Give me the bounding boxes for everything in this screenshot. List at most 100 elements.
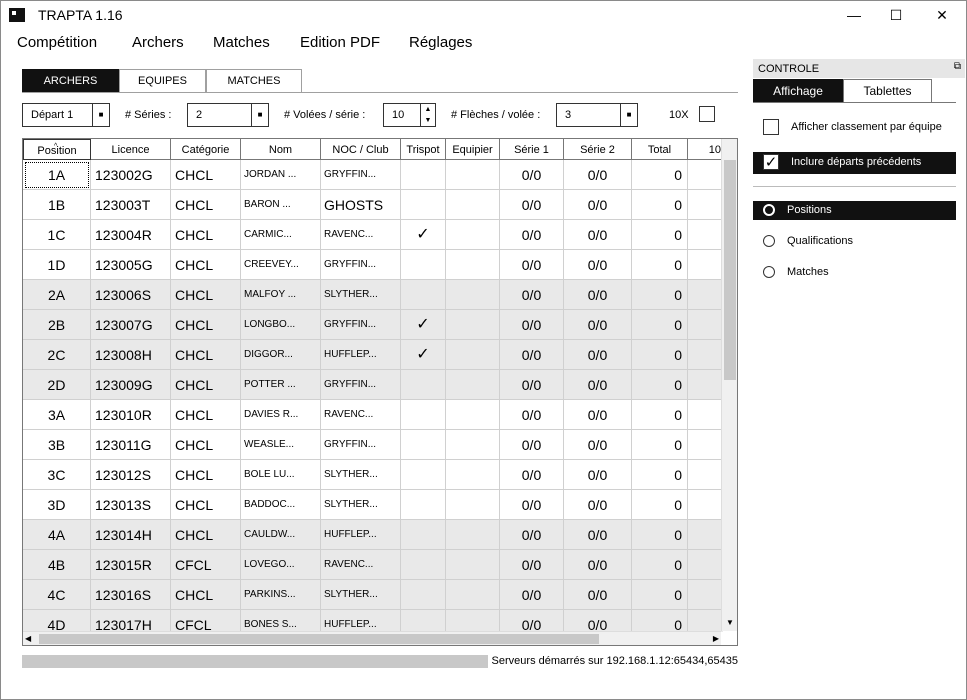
cell-serie1[interactable]: 0/0 xyxy=(500,490,564,520)
cell-10[interactable] xyxy=(688,190,723,220)
cell-licence[interactable]: 123016S xyxy=(91,580,171,610)
cell-total[interactable]: 0 xyxy=(632,280,688,310)
cell-serie1[interactable]: 0/0 xyxy=(500,280,564,310)
cell-club[interactable]: GRYFFIN... xyxy=(321,370,401,400)
cell-trispot[interactable] xyxy=(401,370,446,400)
cell-nom[interactable]: CARMIC... xyxy=(241,220,321,250)
cell-serie2[interactable]: 0/0 xyxy=(564,280,632,310)
tab-archers[interactable]: ARCHERS xyxy=(22,69,119,92)
cell-licence[interactable]: 123013S xyxy=(91,490,171,520)
col-licence[interactable]: Licence xyxy=(91,139,171,160)
vertical-scroll-thumb[interactable] xyxy=(724,160,736,380)
cell-total[interactable]: 0 xyxy=(632,490,688,520)
cell-licence[interactable]: 123004R xyxy=(91,220,171,250)
cell-categorie[interactable]: CHCL xyxy=(171,370,241,400)
cell-categorie[interactable]: CHCL xyxy=(171,220,241,250)
classement-equipe-checkbox[interactable] xyxy=(763,119,779,135)
archers-table[interactable]: ^ Position Licence Catégorie Nom NOC / Cl… xyxy=(22,138,738,646)
cell-serie1[interactable]: 0/0 xyxy=(500,190,564,220)
cell-position[interactable]: 1C xyxy=(23,220,91,250)
cell-serie1[interactable]: 0/0 xyxy=(500,370,564,400)
cell-nom[interactable]: PARKINS... xyxy=(241,580,321,610)
cell-club[interactable]: GRYFFIN... xyxy=(321,250,401,280)
cell-position[interactable]: 1D xyxy=(23,250,91,280)
spin-buttons[interactable]: ▲ ▼ xyxy=(420,104,435,126)
table-row[interactable]: 3A 123010R CHCL DAVIES R... RAVENC... 0/0 0/0 0 xyxy=(23,400,723,430)
cell-nom[interactable]: JORDAN ... xyxy=(241,160,321,190)
cell-serie1[interactable]: 0/0 xyxy=(500,160,564,190)
cell-trispot[interactable] xyxy=(401,430,446,460)
cell-total[interactable]: 0 xyxy=(632,520,688,550)
cell-serie2[interactable]: 0/0 xyxy=(564,370,632,400)
cell-licence[interactable]: 123003T xyxy=(91,190,171,220)
cell-categorie[interactable]: CHCL xyxy=(171,250,241,280)
close-button[interactable]: ✕ xyxy=(919,0,965,31)
cell-serie2[interactable]: 0/0 xyxy=(564,220,632,250)
cell-10[interactable] xyxy=(688,370,723,400)
cell-nom[interactable]: CAULDW... xyxy=(241,520,321,550)
cell-nom[interactable]: DAVIES R... xyxy=(241,400,321,430)
cell-position[interactable]: 2B xyxy=(23,310,91,340)
cell-club[interactable]: RAVENC... xyxy=(321,220,401,250)
cell-serie2[interactable]: 0/0 xyxy=(564,550,632,580)
cell-licence[interactable]: 123005G xyxy=(91,250,171,280)
cell-trispot[interactable] xyxy=(401,610,446,632)
option-departs-precedents[interactable]: ✓ Inclure départs précédents xyxy=(753,152,956,174)
cell-nom[interactable]: MALFOY ... xyxy=(241,280,321,310)
cell-10[interactable] xyxy=(688,250,723,280)
cell-categorie[interactable]: CHCL xyxy=(171,310,241,340)
col-serie1[interactable]: Série 1 xyxy=(500,139,564,160)
cell-serie1[interactable]: 0/0 xyxy=(500,310,564,340)
cell-trispot[interactable] xyxy=(401,490,446,520)
cell-club[interactable]: GRYFFIN... xyxy=(321,430,401,460)
cell-serie1[interactable]: 0/0 xyxy=(500,250,564,280)
cell-equipier[interactable] xyxy=(446,250,500,280)
cell-total[interactable]: 0 xyxy=(632,370,688,400)
table-row[interactable]: 3C 123012S CHCL BOLE LU... SLYTHER... 0/0 0/0 0 xyxy=(23,460,723,490)
col-total[interactable]: Total xyxy=(632,139,688,160)
cell-categorie[interactable]: CHCL xyxy=(171,280,241,310)
cell-10[interactable] xyxy=(688,550,723,580)
table-row[interactable]: 1D 123005G CHCL CREEVEY... GRYFFIN... 0/0 0/0 0 xyxy=(23,250,723,280)
cell-10[interactable] xyxy=(688,460,723,490)
cell-position[interactable]: 1B xyxy=(23,190,91,220)
tab-equipes[interactable]: EQUIPES xyxy=(119,69,206,92)
cell-club[interactable]: SLYTHER... xyxy=(321,460,401,490)
cell-serie2[interactable]: 0/0 xyxy=(564,460,632,490)
table-row[interactable]: 1B 123003T CHCL BARON ... GHOSTS 0/0 0/0 0 xyxy=(23,190,723,220)
cell-trispot[interactable] xyxy=(401,580,446,610)
cell-licence[interactable]: 123009G xyxy=(91,370,171,400)
cell-10[interactable] xyxy=(688,160,723,190)
menu-reglages[interactable]: Réglages xyxy=(409,34,472,51)
cell-trispot[interactable] xyxy=(401,160,446,190)
minimize-button[interactable]: — xyxy=(831,0,877,31)
cell-nom[interactable]: BARON ... xyxy=(241,190,321,220)
cell-club[interactable]: GHOSTS xyxy=(321,190,401,220)
menu-edition-pdf[interactable]: Edition PDF xyxy=(300,34,380,51)
cell-equipier[interactable] xyxy=(446,490,500,520)
cell-10[interactable] xyxy=(688,340,723,370)
cell-club[interactable]: HUFFLEP... xyxy=(321,340,401,370)
tab-matches[interactable]: MATCHES xyxy=(206,69,302,92)
fleches-select[interactable]: 3 ■ xyxy=(556,103,638,127)
cell-serie2[interactable]: 0/0 xyxy=(564,310,632,340)
cell-10[interactable] xyxy=(688,220,723,250)
cell-nom[interactable]: BOLE LU... xyxy=(241,460,321,490)
cell-10[interactable] xyxy=(688,280,723,310)
scroll-right-icon[interactable]: ▶ xyxy=(713,632,719,645)
cell-serie2[interactable]: 0/0 xyxy=(564,430,632,460)
cell-equipier[interactable] xyxy=(446,520,500,550)
table-row[interactable]: 2A 123006S CHCL MALFOY ... SLYTHER... 0/0 0/0 0 xyxy=(23,280,723,310)
cell-club[interactable]: SLYTHER... xyxy=(321,280,401,310)
cell-categorie[interactable]: CHCL xyxy=(171,490,241,520)
cell-nom[interactable]: BONES S... xyxy=(241,610,321,632)
dropdown-arrow-icon[interactable]: ■ xyxy=(251,104,268,126)
cell-trispot[interactable]: ✓ xyxy=(401,340,446,370)
cell-total[interactable]: 0 xyxy=(632,250,688,280)
cell-nom[interactable]: WEASLE... xyxy=(241,430,321,460)
cell-trispot[interactable] xyxy=(401,280,446,310)
cell-position[interactable]: 4A xyxy=(23,520,91,550)
cell-licence[interactable]: 123011G xyxy=(91,430,171,460)
horizontal-scrollbar[interactable]: ◀ ▶ xyxy=(23,631,721,645)
cell-serie2[interactable]: 0/0 xyxy=(564,490,632,520)
